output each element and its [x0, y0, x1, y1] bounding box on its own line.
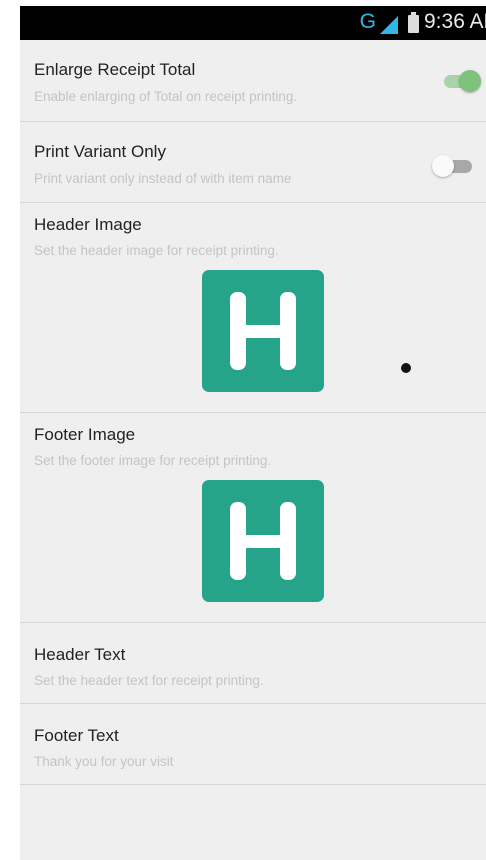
setting-title: Footer Text: [34, 726, 119, 745]
settings-screen: G 9:36 AM Enlarge Receipt Total Enable e…: [20, 6, 486, 860]
setting-summary: Enable enlarging of Total on receipt pri…: [34, 89, 298, 104]
signal-icon: [380, 16, 398, 34]
setting-summary: Set the header image for receipt printin…: [34, 243, 279, 258]
enlarge-total-switch[interactable]: [442, 70, 482, 94]
setting-title: Enlarge Receipt Total: [34, 60, 196, 79]
h-letter-crossbar: [236, 325, 290, 338]
status-bar: G 9:36 AM: [20, 6, 486, 40]
network-type: G: [359, 10, 376, 33]
setting-title: Footer Image: [34, 425, 136, 444]
setting-summary: Print variant only instead of with item …: [34, 171, 292, 186]
setting-footer-text[interactable]: Footer Text Thank you for your visit: [20, 704, 486, 785]
switch-thumb: [432, 155, 454, 177]
print-variant-switch[interactable]: [432, 155, 472, 179]
header-image-preview[interactable]: [202, 270, 324, 392]
setting-footer-image[interactable]: Footer Image Set the footer image for re…: [20, 413, 486, 623]
battery-icon: [408, 12, 419, 33]
cursor-dot: [401, 363, 411, 373]
switch-thumb: [459, 70, 481, 92]
setting-header-image[interactable]: Header Image Set the header image for re…: [20, 203, 486, 413]
setting-enlarge-receipt-total[interactable]: Enlarge Receipt Total Enable enlarging o…: [20, 40, 486, 122]
setting-summary: Thank you for your visit: [34, 754, 174, 769]
setting-title: Header Text: [34, 645, 126, 664]
setting-header-text[interactable]: Header Text Set the header text for rece…: [20, 623, 486, 704]
setting-print-variant-only[interactable]: Print Variant Only Print variant only in…: [20, 122, 486, 203]
setting-title: Print Variant Only: [34, 142, 166, 161]
h-letter-crossbar: [236, 535, 290, 548]
clock: 9:36 AM: [424, 10, 486, 33]
footer-image-preview[interactable]: [202, 480, 324, 602]
setting-title: Header Image: [34, 215, 142, 234]
setting-summary: Set the header text for receipt printing…: [34, 673, 264, 688]
setting-summary: Set the footer image for receipt printin…: [34, 453, 272, 468]
